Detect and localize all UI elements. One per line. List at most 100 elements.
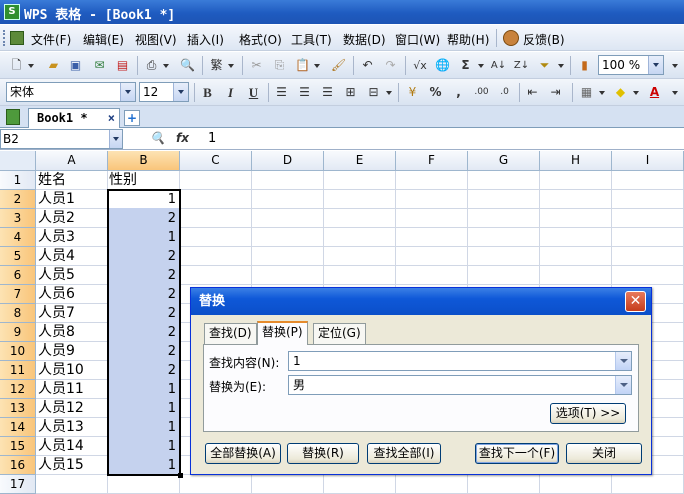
print-dropdown-icon[interactable] (163, 64, 169, 68)
cell-name[interactable]: 人员6 (38, 285, 75, 304)
zoom-lookup-icon[interactable]: 🔍 (150, 131, 165, 145)
italic-button[interactable]: I (222, 84, 239, 101)
copy-icon[interactable]: ⎘ (271, 57, 288, 74)
open-folder-icon[interactable]: ▰ (45, 57, 62, 74)
borders-icon[interactable]: ▦ (578, 84, 595, 101)
borders-dropdown-icon[interactable] (599, 91, 605, 95)
decrease-indent-icon[interactable]: ⇤ (524, 84, 541, 101)
menu-window[interactable]: 窗口(W) (395, 31, 440, 48)
font-color-dropdown-icon[interactable] (672, 91, 678, 95)
hyperlink-icon[interactable]: 🌐 (434, 57, 451, 74)
select-all-corner[interactable] (0, 151, 36, 171)
row-header[interactable]: 10 (0, 342, 36, 361)
font-size-dropdown-icon[interactable] (173, 83, 188, 101)
cell-name[interactable]: 人员12 (38, 399, 84, 418)
decrease-decimal-icon[interactable]: .0 (496, 84, 513, 101)
menu-format[interactable]: 格式(O) (239, 31, 282, 48)
menu-data[interactable]: 数据(D) (343, 31, 386, 48)
menu-file[interactable]: 文件(F) (31, 31, 71, 48)
send-mail-icon[interactable]: ✉ (91, 57, 108, 74)
find-history-dropdown-icon[interactable] (615, 352, 631, 370)
row-header[interactable]: 12 (0, 380, 36, 399)
menu-tools[interactable]: 工具(T) (291, 31, 332, 48)
merge-dropdown-icon[interactable] (386, 91, 392, 95)
cell-name[interactable]: 人员4 (38, 247, 75, 266)
tab-find[interactable]: 查找(D) (204, 323, 257, 344)
menu-view[interactable]: 视图(V) (135, 31, 177, 48)
font-name-select[interactable]: 宋体 (6, 82, 136, 102)
comma-style-icon[interactable]: , (450, 84, 467, 101)
find-next-button[interactable]: 查找下一个(F) (475, 443, 559, 464)
column-header[interactable]: H (540, 151, 612, 171)
formula-icon[interactable]: √x (410, 57, 430, 74)
row-header[interactable]: 17 (0, 475, 36, 494)
menu-insert[interactable]: 插入(I) (187, 31, 224, 48)
percent-icon[interactable]: % (427, 84, 444, 101)
format-painter-icon[interactable]: 🖌 (330, 57, 347, 74)
autosum-dropdown-icon[interactable] (478, 64, 484, 68)
insert-function-icon[interactable]: fx (176, 131, 189, 145)
zoom-select[interactable]: 100 % (598, 55, 664, 75)
replace-with-input[interactable]: 男 (288, 375, 632, 395)
align-left-icon[interactable]: ☰ (273, 84, 290, 101)
row-header[interactable]: 9 (0, 323, 36, 342)
row-header[interactable]: 5 (0, 247, 36, 266)
column-header[interactable]: D (252, 151, 324, 171)
find-all-button[interactable]: 查找全部(I) (367, 443, 441, 464)
column-header[interactable]: C (180, 151, 252, 171)
sort-ascending-icon[interactable]: A↓ (490, 57, 507, 74)
cell-name[interactable]: 人员8 (38, 323, 75, 342)
fill-color-dropdown-icon[interactable] (633, 91, 639, 95)
row-header[interactable]: 8 (0, 304, 36, 323)
toolbar-overflow-icon[interactable] (672, 64, 678, 68)
row-header[interactable]: 2 (0, 190, 36, 209)
cell-name[interactable]: 人员10 (38, 361, 84, 380)
formula-input[interactable]: 1 (208, 131, 216, 146)
column-header[interactable]: E (324, 151, 396, 171)
column-header[interactable]: B (108, 151, 180, 171)
menu-feedback[interactable]: 反馈(B) (523, 31, 565, 48)
new-tab-icon[interactable]: + (124, 110, 140, 126)
dialog-close-icon[interactable]: ✕ (625, 291, 646, 312)
cell-name[interactable]: 人员2 (38, 209, 75, 228)
cell-name[interactable]: 人员13 (38, 418, 84, 437)
replace-history-dropdown-icon[interactable] (615, 376, 631, 394)
row-header[interactable]: 15 (0, 437, 36, 456)
traditional-chinese-icon[interactable]: 繁 (208, 57, 225, 74)
cell-name[interactable]: 人员1 (38, 190, 75, 209)
column-header[interactable]: A (36, 151, 108, 171)
tab-replace[interactable]: 替换(P) (257, 321, 308, 345)
print-preview-icon[interactable]: 🔍 (179, 57, 196, 74)
increase-decimal-icon[interactable]: .00 (473, 84, 490, 101)
cell-name[interactable]: 人员11 (38, 380, 84, 399)
row-header[interactable]: 1 (0, 171, 36, 190)
export-pdf-icon[interactable]: ▤ (114, 57, 131, 74)
row-header[interactable]: 13 (0, 399, 36, 418)
tab-goto[interactable]: 定位(G) (313, 323, 366, 344)
merge-cells-icon[interactable]: ⊟ (365, 84, 382, 101)
chinese-dropdown-icon[interactable] (228, 64, 234, 68)
find-what-input[interactable]: 1 (288, 351, 632, 371)
merge-center-icon[interactable]: ⊞ (342, 84, 359, 101)
underline-button[interactable]: U (245, 84, 262, 101)
cell-name[interactable]: 人员7 (38, 304, 75, 323)
options-button[interactable]: 选项(T) >> (550, 403, 626, 424)
undo-icon[interactable]: ↶ (359, 57, 376, 74)
cell-name[interactable]: 人员5 (38, 266, 75, 285)
document-tab[interactable]: Book1 * × (28, 108, 120, 128)
zoom-dropdown-icon[interactable] (648, 56, 663, 74)
replace-all-button[interactable]: 全部替换(A) (205, 443, 281, 464)
autosum-icon[interactable]: Σ (457, 57, 474, 74)
cell-gender[interactable]: 性别 (108, 171, 179, 190)
redo-icon[interactable]: ↷ (382, 57, 399, 74)
row-header[interactable]: 14 (0, 418, 36, 437)
bold-button[interactable]: B (199, 84, 216, 101)
font-size-select[interactable]: 12 (139, 82, 189, 102)
cell-name[interactable]: 姓名 (38, 171, 66, 190)
fill-color-icon[interactable]: ◆ (612, 84, 629, 101)
paste-icon[interactable]: 📋 (294, 57, 311, 74)
currency-icon[interactable]: ¥ (404, 84, 421, 101)
new-dropdown-icon[interactable] (28, 64, 34, 68)
app-menu-icon[interactable] (10, 31, 24, 45)
font-color-icon[interactable]: A (646, 84, 663, 101)
